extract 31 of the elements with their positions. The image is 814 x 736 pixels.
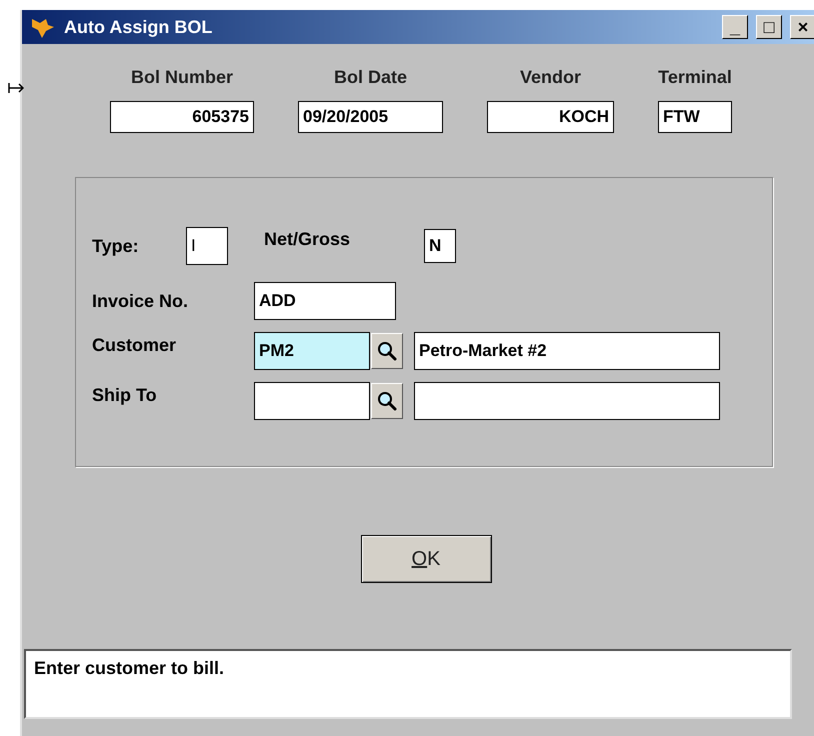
search-button[interactable] [371, 333, 403, 369]
field-label: Bol Number [130, 66, 233, 89]
field-label: Vendor [520, 66, 581, 89]
invoice-label: Invoice No. [92, 290, 190, 312]
lookup-label: Customer [92, 334, 178, 357]
name-field[interactable] [414, 382, 720, 420]
name-field[interactable]: Petro-Market #2 [414, 332, 720, 370]
window-control-button[interactable]: □ [756, 15, 782, 39]
code-field[interactable] [254, 382, 370, 420]
type-field[interactable]: I [186, 227, 228, 265]
ok-button[interactable]: OK [360, 535, 492, 583]
code-field[interactable]: PM2 [254, 332, 370, 370]
field-label: Terminal [658, 66, 732, 89]
window-control-button[interactable]: _ [722, 15, 748, 39]
invoice-field[interactable]: ADD [254, 282, 396, 320]
window-control-button[interactable]: × [790, 15, 814, 39]
header-field[interactable]: KOCH [487, 101, 614, 133]
search-icon [376, 340, 398, 362]
net-gross-label: Net/Gross [264, 228, 352, 251]
lookup-label: Ship To [92, 384, 158, 407]
header-field[interactable]: FTW [658, 101, 732, 133]
net-gross-field[interactable]: N [424, 229, 456, 263]
search-button[interactable] [371, 383, 403, 419]
cursor-icon [8, 83, 24, 93]
header-field[interactable]: 605375 [110, 101, 254, 133]
field-label: Bol Date [334, 66, 407, 89]
window-title: Auto Assign BOL [64, 16, 214, 39]
type-label: Type: [92, 234, 140, 258]
status-message: Enter customer to bill. [34, 658, 224, 678]
header-field[interactable]: 09/20/2005 [298, 101, 443, 133]
search-icon [376, 390, 398, 412]
